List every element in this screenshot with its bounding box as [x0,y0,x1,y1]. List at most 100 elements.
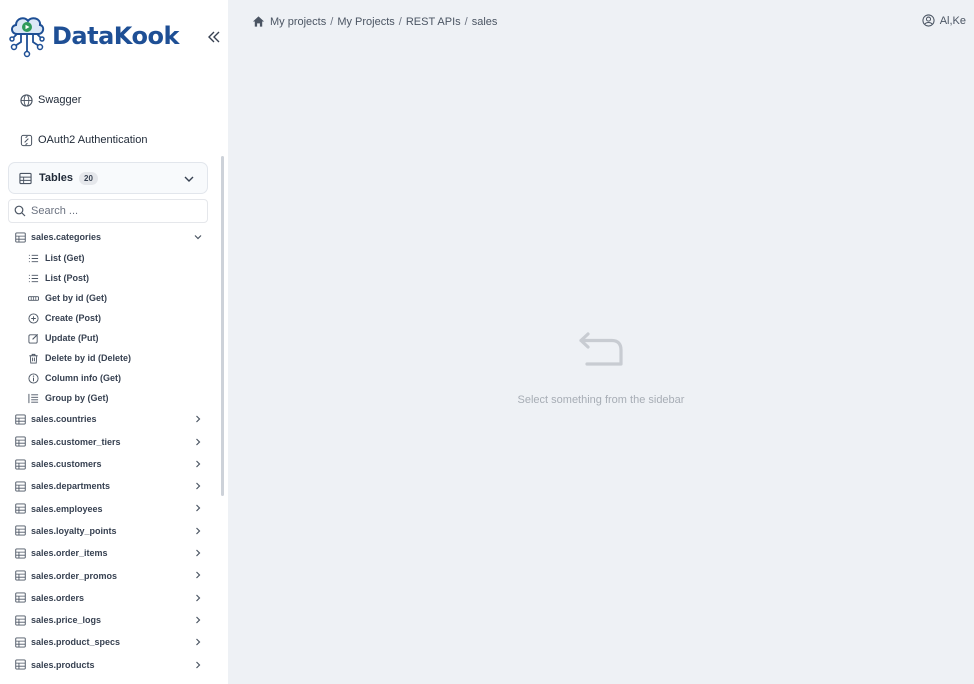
globe-icon [20,93,34,107]
plus-circle-icon [28,313,39,324]
chevron-right-icon [196,571,201,579]
table-item[interactable]: sales.employees [0,497,220,519]
tables-label: Tables [39,172,74,184]
chevrons-left-icon [208,31,220,43]
main-content: My projects / My Projects / REST APIs / … [228,0,974,684]
breadcrumb-separator: / [464,15,468,28]
group-icon [28,393,39,404]
endpoint-item[interactable]: List (Post) [0,268,220,288]
endpoint-label: List (Get) [45,253,85,264]
search-input[interactable] [31,205,201,217]
brand-name: DataKook [52,22,179,50]
table-icon [15,592,26,603]
table-item[interactable]: sales.order_items [0,542,220,564]
breadcrumb-rest-apis[interactable]: REST APIs [406,16,461,28]
table-item-label: sales.loyalty_points [31,525,117,536]
table-item[interactable]: sales.countries [0,408,220,430]
endpoint-label: Update (Put) [45,333,99,344]
oauth-link[interactable]: OAuth2 Authentication [20,133,147,147]
endpoint-item[interactable]: Delete by id (Delete) [0,348,220,368]
breadcrumb-separator: / [398,15,402,28]
table-icon [15,458,26,470]
chevron-right-icon [196,594,201,602]
swagger-link[interactable]: Swagger [20,93,81,107]
endpoint-item[interactable]: Get by id (Get) [0,288,220,308]
table-icon [15,232,26,243]
table-item[interactable]: sales.price_logs [0,609,220,631]
search-icon [14,205,26,217]
table-item[interactable]: sales.products [0,654,220,676]
return-arrow-icon [579,332,623,366]
table-item[interactable]: sales.loyalty_points [0,520,220,542]
logo[interactable]: DataKook [8,12,179,60]
endpoint-item[interactable]: Create (Post) [0,308,220,328]
endpoint-label: Get by id (Get) [45,293,108,304]
table-icon [15,436,26,447]
chevron-right-icon [196,661,201,668]
endpoint-label: List (Post) [45,273,89,284]
chevron-right-icon [196,415,201,423]
table-icon [15,525,26,536]
collapse-sidebar-button[interactable] [206,29,222,45]
endpoint-item[interactable]: List (Get) [0,248,220,268]
table-item[interactable]: sales.departments [0,475,220,497]
search-box[interactable] [8,199,208,223]
table-item-label: sales.product_specs [31,637,121,648]
key-icon [28,293,39,304]
chevron-right-icon [196,505,201,512]
table-item[interactable]: sales.orders [0,587,220,609]
table-item[interactable]: sales.product_specs [0,631,220,653]
user-menu[interactable]: Al,Ke [922,14,966,27]
table-item-sales-categories[interactable]: sales.categories [0,226,220,248]
endpoint-label: Group by (Get) [45,393,109,404]
list-icon [28,273,39,284]
sidebar: DataKook Swagger OAuth2 Authentication T… [0,0,228,684]
endpoint-item[interactable]: Column info (Get) [0,368,220,388]
chevron-right-icon [196,527,201,535]
chevron-right-icon [196,438,201,446]
table-icon [15,548,26,559]
empty-state: Select something from the sidebar [228,330,974,406]
trash-icon [28,353,39,364]
tables-dropdown[interactable]: Tables 20 [8,162,208,194]
table-item-label: sales.order_promos [31,570,118,581]
empty-state-message: Select something from the sidebar [517,394,685,406]
info-icon [28,373,39,384]
table-item[interactable]: sales.customer_tiers [0,431,220,453]
endpoint-label: Column info (Get) [45,373,121,384]
table-item-label: sales.departments [31,481,111,492]
table-item-label: sales.orders [31,592,85,603]
table-item-label: sales.customers [31,459,102,470]
tables-tree: sales.categories List (Get) List (Post) … [0,226,220,676]
user-name: Al,Ke [939,14,966,27]
endpoint-label: Delete by id (Delete) [45,353,132,364]
table-item-label: sales.customer_tiers [31,436,121,447]
datakook-logo-icon [9,17,45,58]
table-item-label: sales.employees [31,503,103,514]
swagger-label: Swagger [38,94,82,106]
sidebar-scrollbar[interactable] [221,156,224,496]
table-icon [15,481,26,492]
list-icon [28,253,39,264]
table-item[interactable]: sales.customers [0,453,220,475]
table-icon [15,659,26,670]
endpoint-item[interactable]: Group by (Get) [0,388,220,408]
breadcrumb-sales[interactable]: sales [472,16,498,28]
chevron-down-icon [194,235,202,240]
breadcrumb-my-projects[interactable]: My projects [270,16,326,28]
table-item-label: sales.products [31,659,95,670]
breadcrumb: My projects / My Projects / REST APIs / … [252,15,497,28]
table-icon [19,172,32,184]
endpoint-item[interactable]: Update (Put) [0,328,220,348]
chevron-right-icon [196,460,201,468]
table-icon [15,414,26,425]
table-icon [15,615,26,626]
home-icon[interactable] [252,15,265,28]
chevron-right-icon [196,638,201,646]
chevron-right-icon [196,616,201,624]
table-item[interactable]: sales.order_promos [0,564,220,586]
table-item-label: sales.order_items [31,548,108,559]
table-item-label: sales.price_logs [31,615,102,626]
breadcrumb-separator: / [330,15,334,28]
breadcrumb-my-projects-folder[interactable]: My Projects [337,16,394,28]
